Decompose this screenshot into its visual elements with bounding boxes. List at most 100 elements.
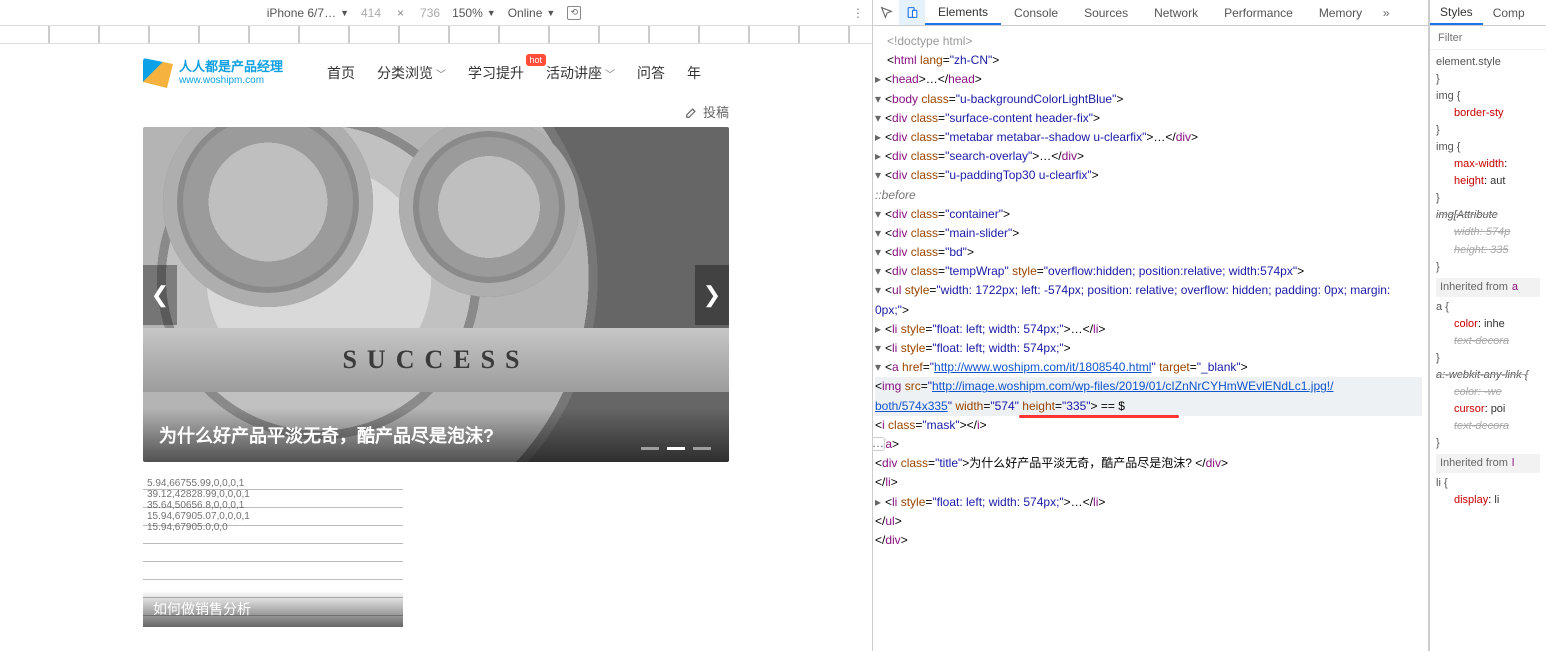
- css-prop[interactable]: text-decora: [1436, 420, 1509, 432]
- dom-node[interactable]: </ul>: [875, 512, 1422, 531]
- tab-console[interactable]: Console: [1001, 0, 1071, 25]
- dom-node[interactable]: ▾<ul style="width: 1722px; left: -574px;…: [875, 281, 1422, 319]
- css-prop[interactable]: max-width: [1436, 158, 1504, 170]
- devtools-tabs: Elements Console Sources Network Perform…: [873, 0, 1428, 26]
- css-prop[interactable]: cursor: [1436, 403, 1485, 415]
- dom-node[interactable]: </li>: [875, 473, 1422, 492]
- post-link-label: 投稿: [703, 102, 729, 121]
- tab-performance[interactable]: Performance: [1211, 0, 1306, 25]
- css-prop[interactable]: display: [1436, 494, 1488, 506]
- inherited-from[interactable]: Inherited from a: [1436, 278, 1540, 297]
- slider-image-text: SUCCESS: [143, 328, 729, 392]
- device-emulation-pane: iPhone 6/7…▼ 414 × 736 150%▼ Online▼ ⟲ ⋮…: [0, 0, 873, 651]
- slider-dots: [641, 447, 711, 450]
- site-header: 人人都是产品经理 www.woshipm.com 首页 分类浏览﹀ 学习提升ho…: [125, 44, 747, 94]
- dom-node[interactable]: ▾<div class="bd">: [875, 243, 1422, 262]
- logo-mark-icon: [143, 58, 173, 88]
- css-rules[interactable]: element.style } img { border-sty } img {…: [1430, 50, 1546, 651]
- site-logo[interactable]: 人人都是产品经理 www.woshipm.com: [143, 58, 283, 88]
- dom-node[interactable]: ▾<a href="http://www.woshipm.com/it/1808…: [875, 358, 1422, 377]
- inherited-from[interactable]: Inherited from l: [1436, 454, 1540, 473]
- dom-node[interactable]: </a>: [875, 435, 1422, 454]
- article-title: 如何做销售分析: [143, 591, 403, 627]
- dom-node[interactable]: ▾<li style="float: left; width: 574px;">: [875, 339, 1422, 358]
- article-bg-numbers: 5.94,66755.99,0,0,0,1 39.12,42828.99,0,0…: [147, 478, 399, 533]
- device-width[interactable]: 414: [361, 6, 381, 20]
- tab-elements[interactable]: Elements: [925, 0, 1001, 25]
- dom-node[interactable]: ▸<div class="metabar metabar--shadow u-c…: [875, 128, 1422, 147]
- css-prop[interactable]: height: [1436, 244, 1484, 256]
- dom-doctype[interactable]: <!doctype html>: [887, 34, 972, 48]
- article-card[interactable]: 5.94,66755.99,0,0,0,1 39.12,42828.99,0,0…: [143, 472, 403, 627]
- dom-node[interactable]: ▸<li style="float: left; width: 574px;">…: [875, 320, 1422, 339]
- device-select[interactable]: iPhone 6/7…▼: [267, 6, 349, 20]
- dom-node-selected[interactable]: both/574x335" width="574" height="335"> …: [875, 397, 1422, 416]
- dom-node[interactable]: ▾<div class="main-slider">: [875, 224, 1422, 243]
- slider-dot[interactable]: [641, 447, 659, 450]
- dom-node[interactable]: ▸<head>…</head>: [875, 70, 1422, 89]
- tab-computed[interactable]: Comp: [1483, 0, 1535, 25]
- zoom-select[interactable]: 150%▼: [452, 6, 496, 20]
- rule-selector[interactable]: img: [1436, 141, 1454, 153]
- dom-node[interactable]: <i class="mask"></i>: [875, 416, 1422, 435]
- nav-more[interactable]: 年: [687, 63, 701, 83]
- slider-dot[interactable]: [667, 447, 685, 450]
- nav-qa[interactable]: 问答: [637, 63, 665, 83]
- device-toggle-icon[interactable]: [899, 0, 925, 25]
- tab-styles[interactable]: Styles: [1430, 0, 1483, 25]
- dom-node[interactable]: ▾<div class="surface-content header-fix"…: [875, 109, 1422, 128]
- dom-node[interactable]: <div class="title">为什么好产品平淡无奇，酷产品尽是泡沫? <…: [875, 454, 1422, 473]
- tab-network[interactable]: Network: [1141, 0, 1211, 25]
- dom-node[interactable]: ▸<li style="float: left; width: 574px;">…: [875, 493, 1422, 512]
- css-prop[interactable]: color: [1436, 318, 1478, 330]
- slider-prev-button[interactable]: ❮: [143, 265, 177, 325]
- css-prop[interactable]: width: [1436, 226, 1480, 238]
- dom-node[interactable]: ▾<div class="container">: [875, 205, 1422, 224]
- dom-node[interactable]: ▸<div class="search-overlay">…</div>: [875, 147, 1422, 166]
- rule-selector[interactable]: element.style: [1436, 56, 1501, 68]
- tabs-overflow-icon[interactable]: »: [1375, 0, 1397, 25]
- slider-title[interactable]: 为什么好产品平淡无奇，酷产品尽是泡沫?: [143, 408, 729, 462]
- logo-title: 人人都是产品经理: [179, 60, 283, 74]
- nav-events[interactable]: 活动讲座﹀: [546, 63, 615, 83]
- logo-subtitle: www.woshipm.com: [179, 75, 283, 86]
- rule-selector[interactable]: img: [1436, 90, 1454, 102]
- rotate-icon[interactable]: ⟲: [567, 6, 581, 20]
- network-select[interactable]: Online▼: [508, 6, 556, 20]
- styles-filter-input[interactable]: [1430, 26, 1546, 49]
- device-height[interactable]: 736: [420, 6, 440, 20]
- close-dimension-icon[interactable]: ×: [393, 6, 408, 20]
- rule-selector[interactable]: li: [1436, 477, 1441, 489]
- css-prop[interactable]: border-sty: [1436, 107, 1504, 119]
- inspect-icon[interactable]: [873, 0, 899, 25]
- tab-memory[interactable]: Memory: [1306, 0, 1375, 25]
- devtools-pane: Elements Console Sources Network Perform…: [873, 0, 1546, 651]
- css-prop[interactable]: text-decora: [1436, 335, 1509, 347]
- dom-node-selected[interactable]: <img src="http://image.woshipm.com/wp-fi…: [875, 377, 1422, 396]
- dom-tree[interactable]: <!doctype html> <html lang="zh-CN"> ▸<he…: [873, 26, 1428, 651]
- post-link[interactable]: 投稿: [685, 102, 729, 121]
- dom-node[interactable]: <html lang="zh-CN">: [875, 51, 1422, 70]
- dom-node[interactable]: ▾<div class="u-paddingTop30 u-clearfix">: [875, 166, 1422, 185]
- chevron-down-icon: ﹀: [436, 66, 446, 81]
- dom-node[interactable]: ▾<body class="u-backgroundColorLightBlue…: [875, 90, 1422, 109]
- nav-learn[interactable]: 学习提升hot: [468, 63, 524, 83]
- slider-next-button[interactable]: ❯: [695, 265, 729, 325]
- slider-dot[interactable]: [693, 447, 711, 450]
- emulated-page: 人人都是产品经理 www.woshipm.com 首页 分类浏览﹀ 学习提升ho…: [125, 44, 747, 651]
- dom-node[interactable]: </div>: [875, 531, 1422, 550]
- tab-sources[interactable]: Sources: [1071, 0, 1141, 25]
- dom-node[interactable]: ▾<div class="tempWrap" style="overflow:h…: [875, 262, 1422, 281]
- device-viewport: 人人都是产品经理 www.woshipm.com 首页 分类浏览﹀ 学习提升ho…: [0, 44, 872, 651]
- dom-pseudo[interactable]: ::before: [875, 186, 1422, 205]
- css-prop[interactable]: color: [1436, 386, 1478, 398]
- rule-selector[interactable]: a:-webkit-any-link: [1436, 369, 1522, 381]
- css-prop[interactable]: height: [1436, 175, 1484, 187]
- kebab-menu-icon[interactable]: ⋮: [852, 6, 864, 20]
- node-actions-icon[interactable]: …: [873, 437, 885, 451]
- nav-home[interactable]: 首页: [327, 63, 355, 83]
- nav-browse[interactable]: 分类浏览﹀: [377, 63, 446, 83]
- elements-panel: Elements Console Sources Network Perform…: [873, 0, 1429, 651]
- rule-selector[interactable]: img[Attribute: [1436, 209, 1498, 221]
- rule-selector[interactable]: a: [1436, 301, 1442, 313]
